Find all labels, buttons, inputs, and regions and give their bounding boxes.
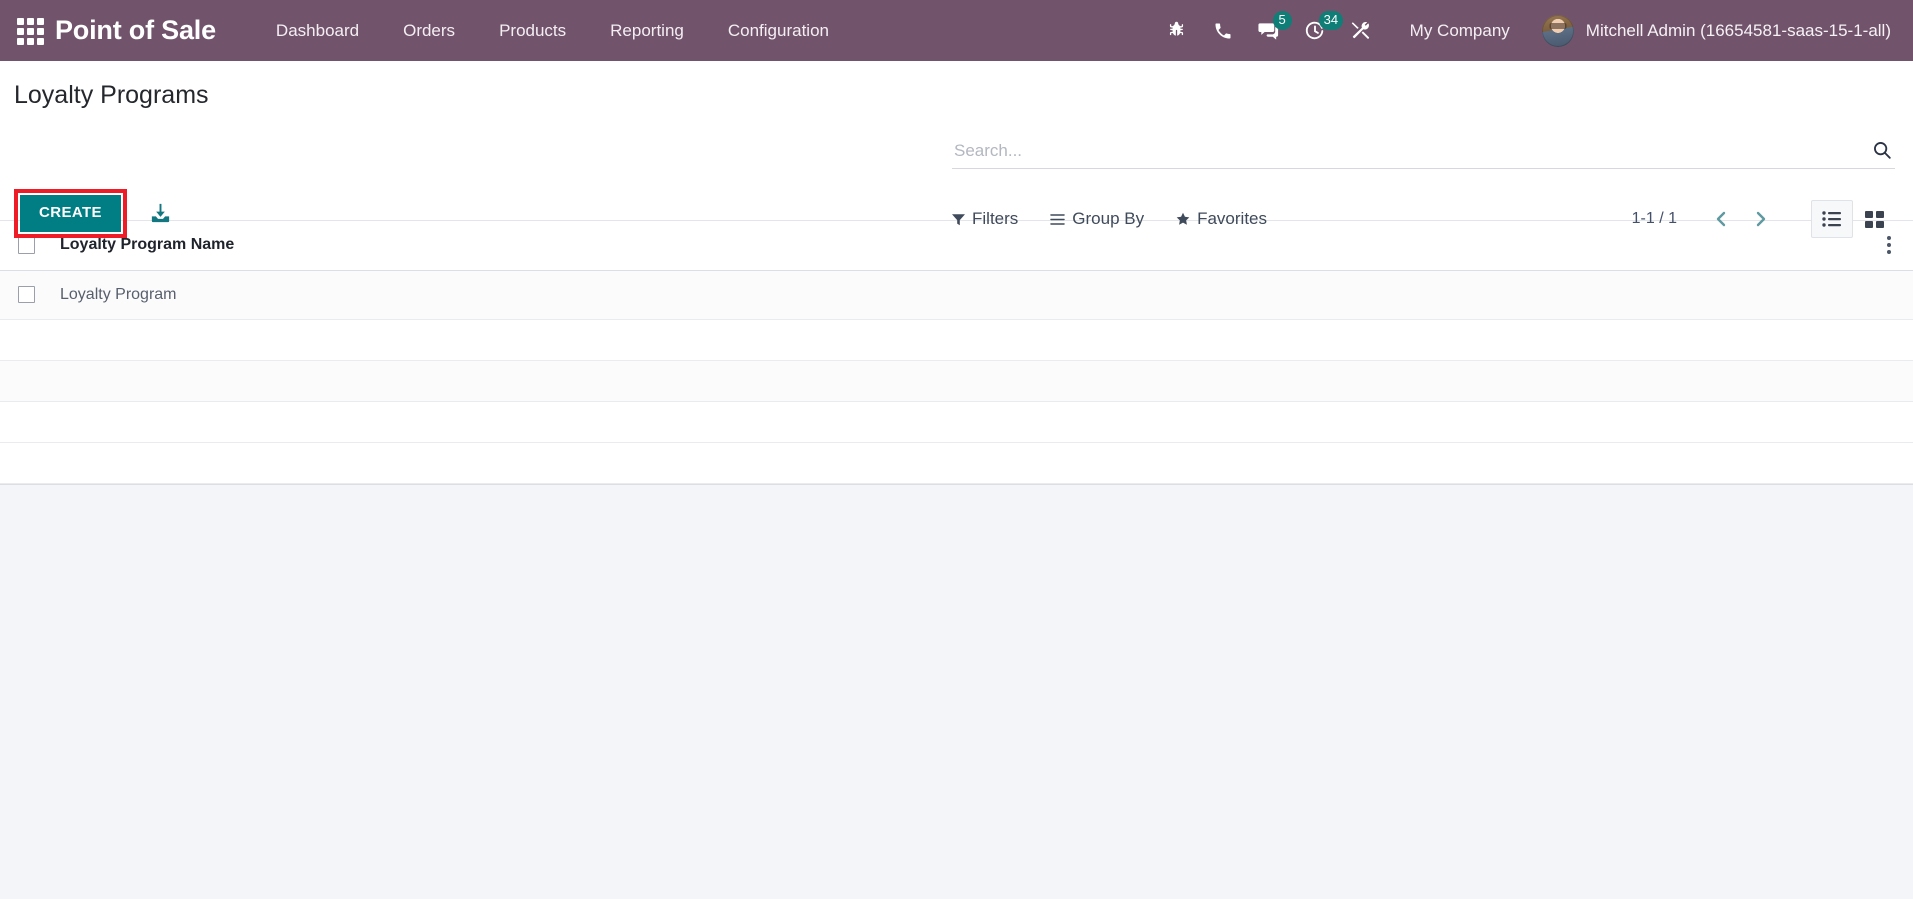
table-body: Loyalty Program	[0, 270, 1913, 483]
apps-grid-icon[interactable]	[17, 17, 44, 45]
favorites-label: Favorites	[1197, 209, 1268, 228]
user-name-label: Mitchell Admin (16654581-saas-15-1-all)	[1585, 20, 1891, 40]
kanban-icon	[1864, 210, 1884, 228]
pager-area: 1-1 / 1	[1632, 200, 1895, 238]
chevron-right-icon	[1756, 211, 1766, 227]
menu-item-products[interactable]: Products	[477, 0, 588, 61]
control-panel-buttons: CREATE	[14, 189, 172, 238]
filler-cell	[1869, 319, 1913, 360]
cell-loyalty-program-name[interactable]: Loyalty Program	[56, 270, 1869, 319]
filler-cell	[0, 360, 56, 401]
filler-cell	[1869, 401, 1913, 442]
kanban-view-button[interactable]	[1853, 200, 1895, 238]
filler-row	[0, 360, 1913, 401]
search-input[interactable]	[952, 141, 1863, 163]
phone-icon[interactable]	[1200, 0, 1246, 61]
row-optional-cell	[1869, 270, 1913, 319]
navbar-right-tools: 5 34 My Company Mitchell Admin (16654581…	[1154, 0, 1895, 61]
menu-item-orders[interactable]: Orders	[381, 0, 477, 61]
top-navbar: Point of Sale Dashboard Orders Products …	[0, 0, 1913, 61]
kebab-menu-icon[interactable]	[1869, 236, 1913, 255]
menu-item-dashboard[interactable]: Dashboard	[254, 0, 381, 61]
row-select-cell	[0, 270, 56, 319]
create-button[interactable]: CREATE	[20, 195, 121, 232]
group-by-label: Group By	[1072, 209, 1145, 228]
filter-icon	[952, 213, 965, 225]
search-row	[952, 139, 1895, 169]
user-menu[interactable]: Mitchell Admin (16654581-saas-15-1-all)	[1530, 0, 1895, 61]
filters-button[interactable]: Filters	[952, 209, 1018, 229]
favorites-button[interactable]: Favorites	[1176, 209, 1267, 229]
filler-cell	[0, 401, 56, 442]
activities-clock-icon[interactable]: 34	[1292, 0, 1344, 61]
menu-item-reporting[interactable]: Reporting	[588, 0, 706, 61]
pager-next-button[interactable]	[1741, 207, 1781, 231]
app-brand-title[interactable]: Point of Sale	[55, 15, 216, 46]
group-by-button[interactable]: Group By	[1050, 209, 1144, 229]
page-title: Loyalty Programs	[14, 81, 209, 109]
filler-row	[0, 442, 1913, 483]
group-by-icon	[1050, 213, 1066, 225]
list-view: Loyalty Program Name Loyalty Program	[0, 221, 1913, 485]
pager-value[interactable]: 1-1 / 1	[1632, 210, 1677, 228]
view-switcher	[1811, 200, 1895, 238]
filler-cell	[1869, 360, 1913, 401]
search-icon[interactable]	[1863, 139, 1895, 163]
company-switcher[interactable]: My Company	[1384, 0, 1530, 61]
loyalty-programs-table: Loyalty Program Name Loyalty Program	[0, 221, 1913, 484]
search-area	[952, 139, 1895, 169]
import-icon[interactable]	[149, 202, 172, 225]
filters-label: Filters	[972, 209, 1019, 228]
page-background	[0, 484, 1913, 899]
filler-cell	[1869, 442, 1913, 483]
star-icon	[1176, 212, 1190, 225]
filler-cell	[56, 319, 1869, 360]
avatar	[1541, 14, 1574, 47]
menu-item-configuration[interactable]: Configuration	[706, 0, 851, 61]
list-icon	[1822, 211, 1841, 227]
list-view-button[interactable]	[1811, 200, 1853, 238]
filler-cell	[0, 319, 56, 360]
filler-row	[0, 401, 1913, 442]
control-panel: Loyalty Programs CREATE Search... Filter…	[0, 61, 1913, 238]
tools-icon[interactable]	[1338, 0, 1384, 61]
filler-row	[0, 319, 1913, 360]
bug-icon[interactable]	[1154, 0, 1200, 61]
filler-cell	[56, 401, 1869, 442]
create-button-highlight: CREATE	[14, 189, 127, 238]
select-all-checkbox[interactable]	[18, 236, 35, 254]
filler-cell	[56, 360, 1869, 401]
messages-icon[interactable]: 5	[1246, 0, 1292, 61]
row-checkbox[interactable]	[18, 285, 35, 303]
table-row[interactable]: Loyalty Program	[0, 270, 1913, 319]
filler-cell	[56, 442, 1869, 483]
search-toolbar: Filters Group By Favorites 1-1 / 1	[952, 200, 1895, 238]
pager-previous-button[interactable]	[1701, 207, 1741, 231]
chevron-left-icon	[1716, 211, 1726, 227]
main-menu: Dashboard Orders Products Reporting Conf…	[254, 0, 851, 61]
messages-badge: 5	[1272, 11, 1292, 30]
filler-cell	[0, 442, 56, 483]
